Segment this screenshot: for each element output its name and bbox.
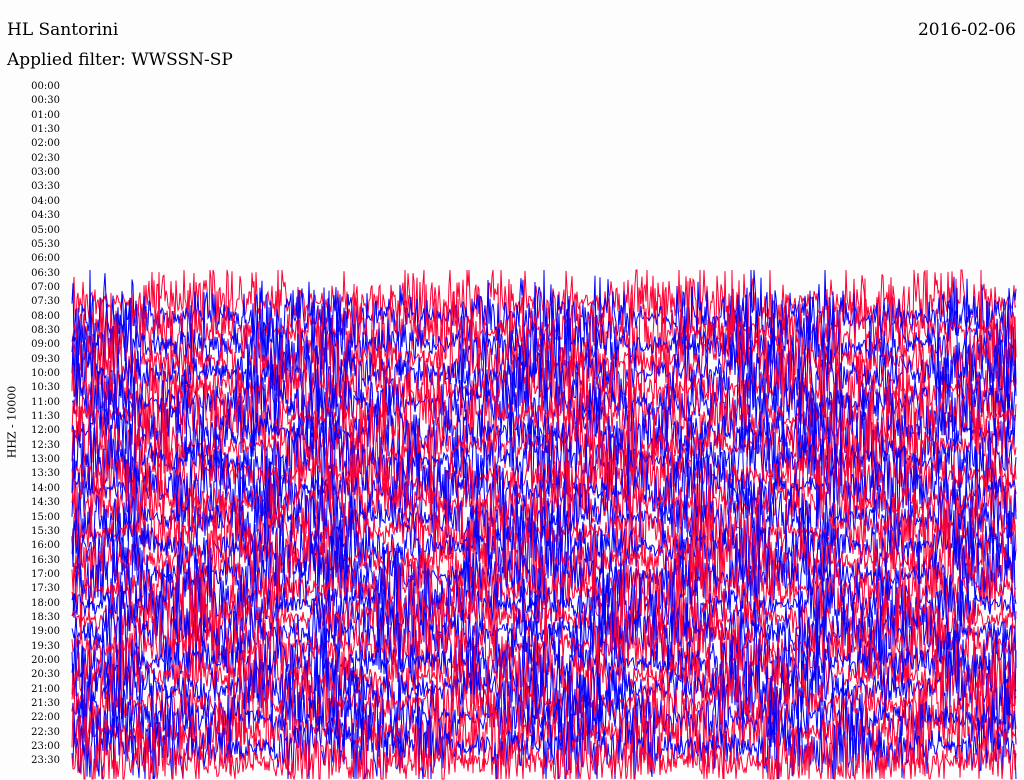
seismogram-plot	[71, 269, 1017, 780]
helicorder-page: HL Santorini 2016-02-06 Applied filter: …	[0, 0, 1024, 780]
